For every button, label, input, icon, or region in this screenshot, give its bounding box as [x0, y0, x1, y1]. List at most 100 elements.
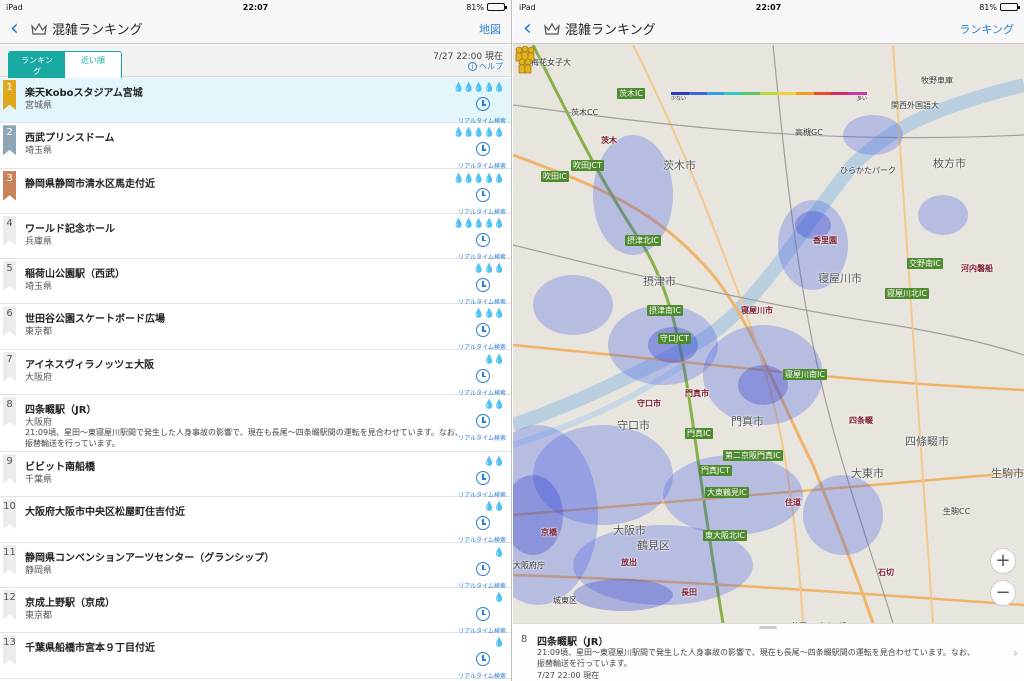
map-label: 茨木 [601, 136, 617, 145]
map-label: 梅花女子大 [531, 58, 571, 67]
legend-low-label: 少ない [671, 96, 687, 102]
ranking-row[interactable]: 3 静岡県静岡市清水区馬走付近 💧💧💧💧💧 リアルタイム検索 [0, 168, 511, 216]
map-label: 香里園 [813, 236, 837, 245]
status-time: 22:07 [242, 2, 269, 12]
map-label: 城東区 [553, 596, 577, 605]
map-label: 摂津北IC [625, 235, 661, 246]
place-name: 京成上野駅（京成） [25, 597, 115, 609]
clock-search-icon [476, 516, 490, 531]
legend-high-label: 多い [856, 96, 867, 102]
help-link[interactable]: i ヘルプ [468, 61, 503, 72]
ranking-row[interactable]: 2 西武プリンスドーム 埼玉県 💧💧💧💧💧 リアルタイム検索 [0, 123, 511, 170]
ranking-list: 1 楽天Koboスタジアム宮城 宮城県 💧💧💧💧💧 リアルタイム検索 2 西武プリンスドーム… [0, 78, 511, 680]
map-label: 寝屋川市 [741, 306, 773, 315]
map-label: 京橋 [541, 528, 557, 537]
realtime-search-button[interactable]: リアルタイム検索 [446, 413, 506, 442]
prefecture-label: 東京都 [25, 610, 53, 621]
crown-icon [544, 22, 560, 35]
map-label: 門真市 [685, 389, 709, 398]
congestion-level-icon: 💧💧💧💧💧 [452, 218, 505, 229]
ranking-row[interactable]: 9 ビビット南船橋 千葉県 💧💧 リアルタイム検索 [0, 452, 511, 499]
realtime-search-button[interactable]: リアルタイム検索 [446, 561, 506, 590]
realtime-search-button[interactable]: リアルタイム検索 [446, 277, 506, 306]
congestion-level-icon: 💧💧 [483, 354, 505, 365]
realtime-search-button[interactable]: リアルタイム検索 [446, 651, 506, 680]
realtime-search-button[interactable]: リアルタイム検索 [446, 322, 506, 351]
ranking-row[interactable]: 11 静岡県コンベンションアーツセンター（グランシップ） 静岡県 💧 リアルタイム検索 [0, 542, 511, 590]
realtime-search-button[interactable]: リアルタイム検索 [446, 606, 506, 635]
rank-badge: 9 [3, 454, 16, 485]
map-label: ひらかたパーク [840, 166, 896, 175]
map-label: 大東鶴見IC [705, 487, 749, 498]
spot-info-panel[interactable]: 8 四条畷駅（JR） 21:09頃、星田〜東寝屋川駅間で発生した人身事故の影響で… [513, 623, 1024, 681]
back-chevron-icon[interactable]: ‹ [10, 17, 24, 40]
realtime-search-button[interactable]: リアルタイム検索 [446, 368, 506, 397]
ranking-row[interactable]: 1 楽天Koboスタジアム宮城 宮城県 💧💧💧💧💧 リアルタイム検索 [0, 78, 511, 125]
map-label: 住道 [785, 498, 801, 507]
ranking-row[interactable]: 12 京成上野駅（京成） 東京都 💧 リアルタイム検索 [0, 587, 511, 635]
zoom-out-button[interactable]: − [990, 580, 1016, 606]
map-label: 守口市 [617, 419, 650, 432]
tab-nearby[interactable]: 近い順 [65, 52, 121, 80]
status-bar: iPad 22:07 81% [513, 0, 1024, 14]
prefecture-label: 埼玉県 [25, 282, 53, 293]
realtime-search-button[interactable]: リアルタイム検索 [446, 141, 506, 170]
ranking-row[interactable]: 4 ワールド記念ホール 兵庫県 💧💧💧💧💧 リアルタイム検索 [0, 213, 511, 261]
incident-description: 21:09頃、星田〜東寝屋川駅間で発生した人身事故の影響で、現在も長尾〜四条畷駅… [25, 428, 463, 449]
ranking-row[interactable]: 5 稲荷山公園駅（西武） 埼玉県 💧💧💧 リアルタイム検索 [0, 259, 511, 306]
map-label: 石切 [878, 568, 894, 577]
realtime-search-button[interactable]: リアルタイム検索 [446, 187, 506, 216]
prefecture-label: 埼玉県 [25, 146, 53, 157]
chevron-right-icon[interactable]: › [1013, 646, 1018, 660]
realtime-search-label: リアルタイム検索 [458, 673, 506, 681]
ranking-button[interactable]: ランキング [959, 21, 1014, 37]
page-title: 混雑ランキング [52, 23, 143, 38]
realtime-search-button[interactable]: リアルタイム検索 [446, 470, 506, 499]
ranking-row[interactable]: 6 世田谷公園スケートボード広場 東京都 💧💧💧 リアルタイム検索 [0, 304, 511, 351]
congestion-map[interactable]: 少ない 多い 梅花女子大 茨木IC 茨木CC 茨木 吹田JCT 吹田IC 茨木市 枚方市 高槻G… [513, 45, 1024, 623]
tab-ranking[interactable]: ランキング [9, 52, 65, 80]
clock-search-icon [476, 471, 490, 486]
ranking-row[interactable]: 13 千葉県船橋市宮本９丁目付近 💧 リアルタイム検索 [0, 633, 511, 680]
clock-search-icon [476, 232, 490, 247]
map-label: 守口市 [637, 399, 661, 408]
congestion-legend: 少ない 多い [671, 92, 867, 102]
map-label: 茨木CC [571, 108, 599, 117]
rank-badge: 3 [3, 170, 16, 201]
prefecture-label: 千葉県 [25, 475, 53, 486]
place-name: 四条畷駅（JR） [25, 405, 97, 417]
prefecture-label: 兵庫県 [25, 236, 53, 247]
rank-badge: 1 [3, 80, 16, 110]
status-time: 22:07 [755, 2, 782, 12]
battery-icon [1000, 3, 1020, 11]
zoom-in-button[interactable]: + [990, 548, 1016, 574]
spot-rank: 8 [521, 634, 528, 645]
ranking-row[interactable]: 10 大阪府大阪市中央区松屋町住吉付近 💧💧 リアルタイム検索 [0, 497, 511, 544]
legend-color-bar [671, 92, 867, 95]
map-label: 四条畷 [849, 416, 873, 425]
nav-bar: ‹ 混雑ランキング ランキング [513, 14, 1024, 44]
crowd-pin-icon[interactable] [513, 45, 537, 75]
ranking-row[interactable]: 8 四条畷駅（JR） 大阪府 21:09頃、星田〜東寝屋川駅間で発生した人身事故の影響… [0, 395, 511, 453]
map-button[interactable]: 地図 [479, 21, 501, 37]
clock-search-icon [476, 278, 490, 293]
place-name: 千葉県船橋市宮本９丁目付近 [25, 643, 155, 655]
spot-name: 四条畷駅（JR） [537, 637, 609, 648]
realtime-search-button[interactable]: リアルタイム検索 [446, 96, 506, 125]
map-label: 門真JCT [699, 465, 732, 476]
map-label: 河内磐船 [961, 264, 993, 273]
rank-badge: 6 [3, 306, 16, 337]
drag-handle[interactable] [759, 626, 777, 629]
ranking-screen: iPad 22:07 81% ‹ 混雑ランキング 地図 ランキング 近い順 7/… [0, 0, 512, 681]
back-chevron-icon[interactable]: ‹ [523, 17, 537, 40]
realtime-search-button[interactable]: リアルタイム検索 [446, 232, 506, 261]
legend-swatch [795, 92, 814, 95]
realtime-search-button[interactable]: リアルタイム検索 [446, 515, 506, 544]
map-label: 高槻GC [795, 128, 823, 137]
ranking-row[interactable]: 7 アイネスヴィラノッツェ大阪 大阪府 💧💧 リアルタイム検索 [0, 349, 511, 397]
place-name: 静岡県コンベンションアーツセンター（グランシップ） [25, 552, 275, 564]
nav-bar: ‹ 混雑ランキング 地図 [0, 14, 511, 44]
page-title: 混雑ランキング [565, 23, 656, 38]
map-label: 門真IC [685, 428, 713, 439]
battery-icon [487, 3, 507, 11]
